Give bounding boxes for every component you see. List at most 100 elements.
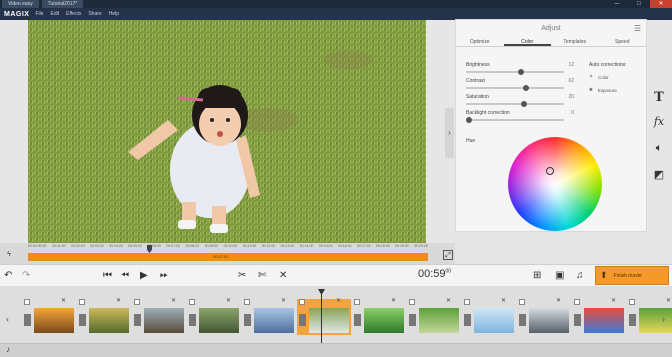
menu-share[interactable]: Share xyxy=(88,11,101,17)
transition-marker[interactable] xyxy=(134,314,141,326)
redo-icon[interactable]: ↷ xyxy=(22,269,30,283)
clip-thumbnail-sunset[interactable] xyxy=(34,308,74,333)
clip-remove-icon[interactable]: ✕ xyxy=(666,297,671,304)
clip-remove-icon[interactable]: ✕ xyxy=(611,297,616,304)
transition-marker[interactable] xyxy=(574,314,581,326)
split-clip-icon[interactable]: ✂ xyxy=(238,269,246,283)
storyboard-clip[interactable]: ✕ xyxy=(297,297,351,335)
menu-edit[interactable]: Edit xyxy=(51,11,60,17)
clip-checkbox[interactable] xyxy=(354,299,360,305)
brightness-slider-knob[interactable] xyxy=(517,69,524,75)
timeline-ruler[interactable]: ϟ 00:00:00:00 00:01:00 00:02:00 00:03:00 00:… xyxy=(0,243,455,264)
scroll-left-icon[interactable]: ‹ xyxy=(6,314,9,324)
storyboard-clip[interactable]: ✕ xyxy=(517,297,571,335)
clip-checkbox[interactable] xyxy=(464,299,470,305)
clip-checkbox[interactable] xyxy=(629,299,635,305)
clip-thumbnail-bird[interactable] xyxy=(364,308,404,333)
clip-checkbox[interactable] xyxy=(299,299,305,305)
clip-checkbox[interactable] xyxy=(409,299,415,305)
transition-marker[interactable] xyxy=(299,314,306,326)
tab-color[interactable]: Color xyxy=(503,37,551,46)
storyboard-clip[interactable]: ✕ xyxy=(22,297,76,335)
clip-remove-icon[interactable]: ✕ xyxy=(116,297,121,304)
undo-icon[interactable]: ↶ xyxy=(4,269,12,283)
maximize-button[interactable]: □ xyxy=(628,0,650,8)
clip-checkbox[interactable] xyxy=(244,299,250,305)
storyboard-clip[interactable]: ✕ xyxy=(352,297,406,335)
clip-remove-icon[interactable]: ✕ xyxy=(226,297,231,304)
clip-remove-icon[interactable]: ✕ xyxy=(281,297,286,304)
minimize-button[interactable]: ─ xyxy=(606,0,628,8)
video-preview[interactable] xyxy=(28,20,426,243)
add-photo-icon[interactable]: ▣ xyxy=(555,269,564,283)
add-music-icon[interactable]: ♫ xyxy=(576,269,584,283)
clip-checkbox[interactable] xyxy=(519,299,525,305)
panel-collapse-button[interactable]: › xyxy=(445,108,454,158)
menu-file[interactable]: File xyxy=(35,11,43,17)
storyboard-clip[interactable]: ✕ xyxy=(462,297,516,335)
clip-remove-icon[interactable]: ✕ xyxy=(336,297,341,304)
finish-movie-button[interactable]: ⬆ Finish movie xyxy=(595,266,669,285)
storyboard-clip[interactable]: ✕ xyxy=(407,297,461,335)
fullscreen-icon[interactable]: ⤢ xyxy=(443,250,453,260)
hamburger-menu-icon[interactable]: ☰ xyxy=(634,20,641,37)
color-wheel-cursor[interactable] xyxy=(546,167,554,175)
clip-remove-icon[interactable]: ✕ xyxy=(556,297,561,304)
skip-start-icon[interactable]: ⏮︎ xyxy=(103,269,112,283)
clip-thumbnail-park[interactable] xyxy=(199,308,239,333)
storyboard-clip[interactable]: ✕ xyxy=(132,297,186,335)
clip-thumbnail-green-leaves[interactable] xyxy=(419,308,459,333)
clip-checkbox[interactable] xyxy=(134,299,140,305)
effects-fx-icon[interactable]: fx xyxy=(652,115,666,128)
transition-marker[interactable] xyxy=(409,314,416,326)
menu-help[interactable]: Help xyxy=(109,11,119,17)
transition-marker[interactable] xyxy=(244,314,251,326)
audio-volume-icon[interactable]: 🔈︎ xyxy=(652,142,666,155)
clip-thumbnail-street[interactable] xyxy=(529,308,569,333)
clip-thumbnail-girl-grass[interactable] xyxy=(309,308,349,333)
clip-remove-icon[interactable]: ✕ xyxy=(446,297,451,304)
clip-thumbnail-flowers[interactable] xyxy=(639,308,672,333)
transition-marker[interactable] xyxy=(24,314,31,326)
tab-optimize[interactable]: Optimize xyxy=(456,37,504,46)
storyboard-clip[interactable]: ✕ xyxy=(572,297,626,335)
saturation-slider-knob[interactable] xyxy=(521,101,528,107)
play-icon[interactable]: ▶ xyxy=(140,269,148,283)
backlight-slider-knob[interactable] xyxy=(466,117,472,123)
clip-thumbnail-cloud-sky[interactable] xyxy=(254,308,294,333)
clip-checkbox[interactable] xyxy=(24,299,30,305)
storyboard-clip[interactable]: ✕ xyxy=(187,297,241,335)
lightning-icon[interactable]: ϟ xyxy=(4,250,14,260)
backlight-slider[interactable] xyxy=(466,117,564,123)
auto-exposure-button[interactable]: ✺ Exposure xyxy=(589,87,617,93)
transition-marker[interactable] xyxy=(519,314,526,326)
clip-remove-icon[interactable]: ✕ xyxy=(391,297,396,304)
transition-marker[interactable] xyxy=(79,314,86,326)
clip-remove-icon[interactable]: ✕ xyxy=(171,297,176,304)
clip-remove-icon[interactable]: ✕ xyxy=(61,297,66,304)
transition-marker[interactable] xyxy=(354,314,361,326)
tab-templates[interactable]: Templates xyxy=(551,37,599,46)
fast-forward-icon[interactable]: ⏩︎ xyxy=(160,269,168,283)
clip-checkbox[interactable] xyxy=(79,299,85,305)
image-adjust-icon[interactable]: ◩ xyxy=(652,168,666,181)
clip-checkbox[interactable] xyxy=(574,299,580,305)
clip-thumbnail-sky-light[interactable] xyxy=(474,308,514,333)
storyboard-clip[interactable]: ✕ xyxy=(627,297,672,335)
contrast-slider[interactable] xyxy=(466,85,564,91)
menu-effects[interactable]: Effects xyxy=(66,11,81,17)
transition-marker[interactable] xyxy=(629,314,636,326)
text-tool-icon[interactable]: T xyxy=(652,90,666,105)
clip-thumbnail-children[interactable] xyxy=(144,308,184,333)
add-media-icon[interactable]: ⊞ xyxy=(533,269,541,283)
audio-track[interactable]: ♪ xyxy=(0,343,672,357)
storyboard-clip[interactable]: ✕ xyxy=(242,297,296,335)
transition-marker[interactable] xyxy=(464,314,471,326)
auto-color-button[interactable]: ⚘ Color xyxy=(589,74,609,80)
clip-remove-icon[interactable]: ✕ xyxy=(501,297,506,304)
hue-color-wheel[interactable] xyxy=(508,137,602,231)
project-tab[interactable]: Tutorial2017* xyxy=(41,0,85,8)
storyboard-clip[interactable]: ✕ xyxy=(77,297,131,335)
timeline-range-bar[interactable]: 00:07:00 xyxy=(28,253,428,261)
clip-thumbnail-balloons[interactable] xyxy=(584,308,624,333)
